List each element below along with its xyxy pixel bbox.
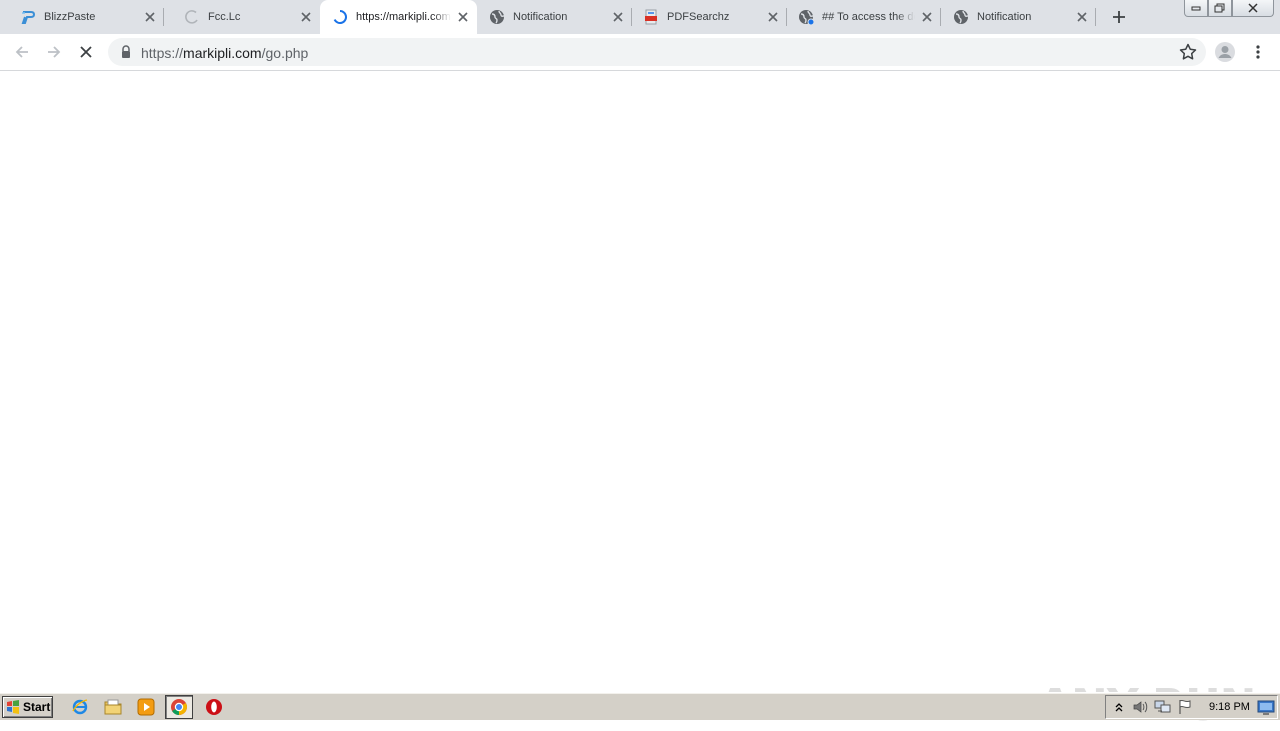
globe-icon [489,9,505,25]
url-host: markipli.com [183,45,262,61]
page-content: ANY RUN [0,72,1280,731]
start-button[interactable]: Start [2,696,53,718]
chrome-taskbar-button[interactable] [165,695,193,719]
tab-title: https://markipli.com/go.php [356,11,451,23]
tab-access-document[interactable]: ## To access the document [787,0,941,34]
browser-toolbar: https://markipli.com/go.php [0,34,1280,71]
minimize-icon [1191,6,1201,11]
avatar-icon [1215,42,1235,62]
tab-title: Notification [977,11,1032,23]
action-center-flag-icon[interactable] [1176,698,1194,716]
url-scheme: https:// [141,45,184,61]
taskbar: Start 9:18 PM [0,692,1280,720]
forward-button[interactable] [42,40,66,64]
back-button[interactable] [10,40,34,64]
close-icon [1248,3,1258,13]
windows-logo-icon [6,700,20,714]
plus-icon [1113,11,1125,23]
tab-separator [1095,8,1096,26]
file-explorer-icon[interactable] [104,698,122,716]
blizzpaste-icon [20,9,36,25]
tab-notification-2[interactable]: Notification [941,0,1096,34]
kebab-menu-icon [1256,45,1260,59]
stop-loading-button[interactable] [74,40,98,64]
address-bar[interactable]: https://markipli.com/go.php [108,38,1206,66]
window-close-button[interactable] [1232,0,1274,17]
close-icon[interactable] [142,9,158,25]
tab-title: ## To access the document [822,11,915,23]
url-text[interactable]: https://markipli.com/go.php [141,45,308,61]
globe-icon [798,9,815,26]
media-player-icon[interactable] [137,698,155,716]
tab-markipli[interactable]: https://markipli.com/go.php [320,0,477,34]
tab-title: BlizzPaste [44,11,96,23]
loading-spinner-icon [332,9,348,25]
close-icon[interactable] [610,9,626,25]
menu-button[interactable] [1246,40,1270,64]
arrow-right-icon [48,46,61,58]
clock-time[interactable]: 9:18 PM [1209,701,1250,713]
arrow-left-icon [15,46,28,58]
tab-title: Notification [513,11,568,23]
restore-icon [1214,3,1225,13]
tab-title: PDFSearchz [667,11,730,23]
system-tray: 9:18 PM [1105,695,1278,719]
volume-icon[interactable] [1132,698,1150,716]
tab-title: Fcc.Lc [208,11,241,23]
close-icon[interactable] [455,9,471,25]
opera-icon[interactable] [205,698,223,716]
new-tab-button[interactable] [1108,6,1130,28]
lock-icon [120,45,132,59]
chrome-icon [171,699,187,715]
show-hidden-icons-icon[interactable] [1110,698,1128,716]
x-icon [80,46,92,58]
close-icon[interactable] [919,9,935,25]
loading-spinner-icon [184,9,200,25]
close-icon[interactable] [765,9,781,25]
tab-fcc-lc[interactable]: Fcc.Lc [164,0,320,34]
globe-icon [953,9,969,25]
profile-button[interactable] [1213,40,1237,64]
tab-strip: BlizzPaste Fcc.Lc https://markipli.com/g… [0,0,1280,34]
pdf-icon [643,9,659,25]
network-icon[interactable] [1154,698,1172,716]
close-icon[interactable] [298,9,314,25]
tab-blizzpaste[interactable]: BlizzPaste [0,0,164,34]
tab-notification[interactable]: Notification [477,0,632,34]
bookmark-star-icon[interactable] [1178,42,1198,62]
close-icon[interactable] [1074,9,1090,25]
internet-explorer-icon[interactable] [71,698,89,716]
show-desktop-icon[interactable] [1257,699,1275,715]
restore-button[interactable] [1208,0,1232,17]
start-label: Start [23,700,51,714]
tab-pdfsearchz[interactable]: PDFSearchz [632,0,787,34]
url-path: /go.php [261,45,309,61]
minimize-button[interactable] [1184,0,1208,17]
